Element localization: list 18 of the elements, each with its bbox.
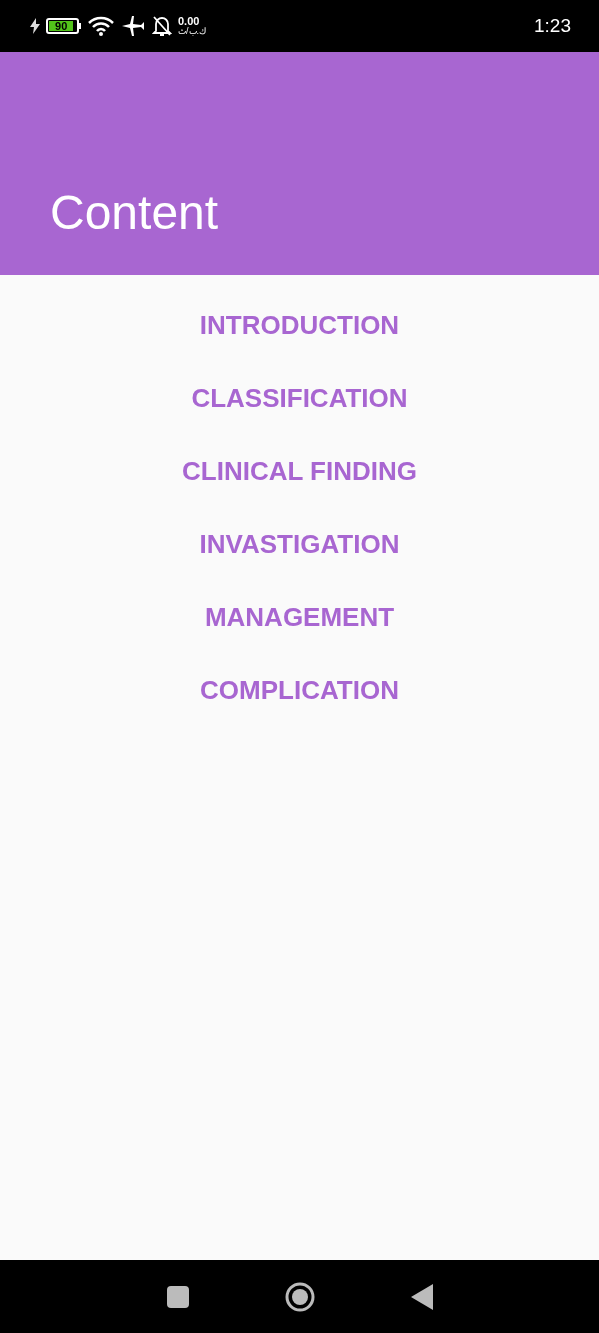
content-item[interactable]: CLINICAL FINDING bbox=[166, 434, 433, 507]
wifi-icon bbox=[88, 16, 114, 36]
charging-icon bbox=[30, 18, 40, 34]
network-speed: 0.00 bbox=[178, 16, 201, 27]
app-bar-title: Content bbox=[50, 189, 219, 237]
content-item[interactable]: INTRODUCTION bbox=[183, 288, 416, 361]
bell-off-icon bbox=[152, 15, 172, 37]
clock-time: 1:23 bbox=[534, 13, 571, 38]
content-item[interactable]: INVASTIGATION bbox=[183, 507, 416, 580]
content-item[interactable]: CLASSIFICATION bbox=[175, 361, 424, 434]
network-speed-unit: ك.ب/ث bbox=[178, 27, 206, 36]
back-button[interactable] bbox=[410, 1283, 433, 1310]
content-item[interactable]: MANAGEMENT bbox=[188, 580, 411, 653]
recents-button[interactable] bbox=[166, 1285, 189, 1308]
airplane-icon bbox=[122, 16, 144, 36]
home-button[interactable] bbox=[284, 1281, 315, 1312]
battery-level: 90 bbox=[49, 21, 74, 31]
content-item[interactable]: COMPLICATION bbox=[184, 653, 415, 726]
